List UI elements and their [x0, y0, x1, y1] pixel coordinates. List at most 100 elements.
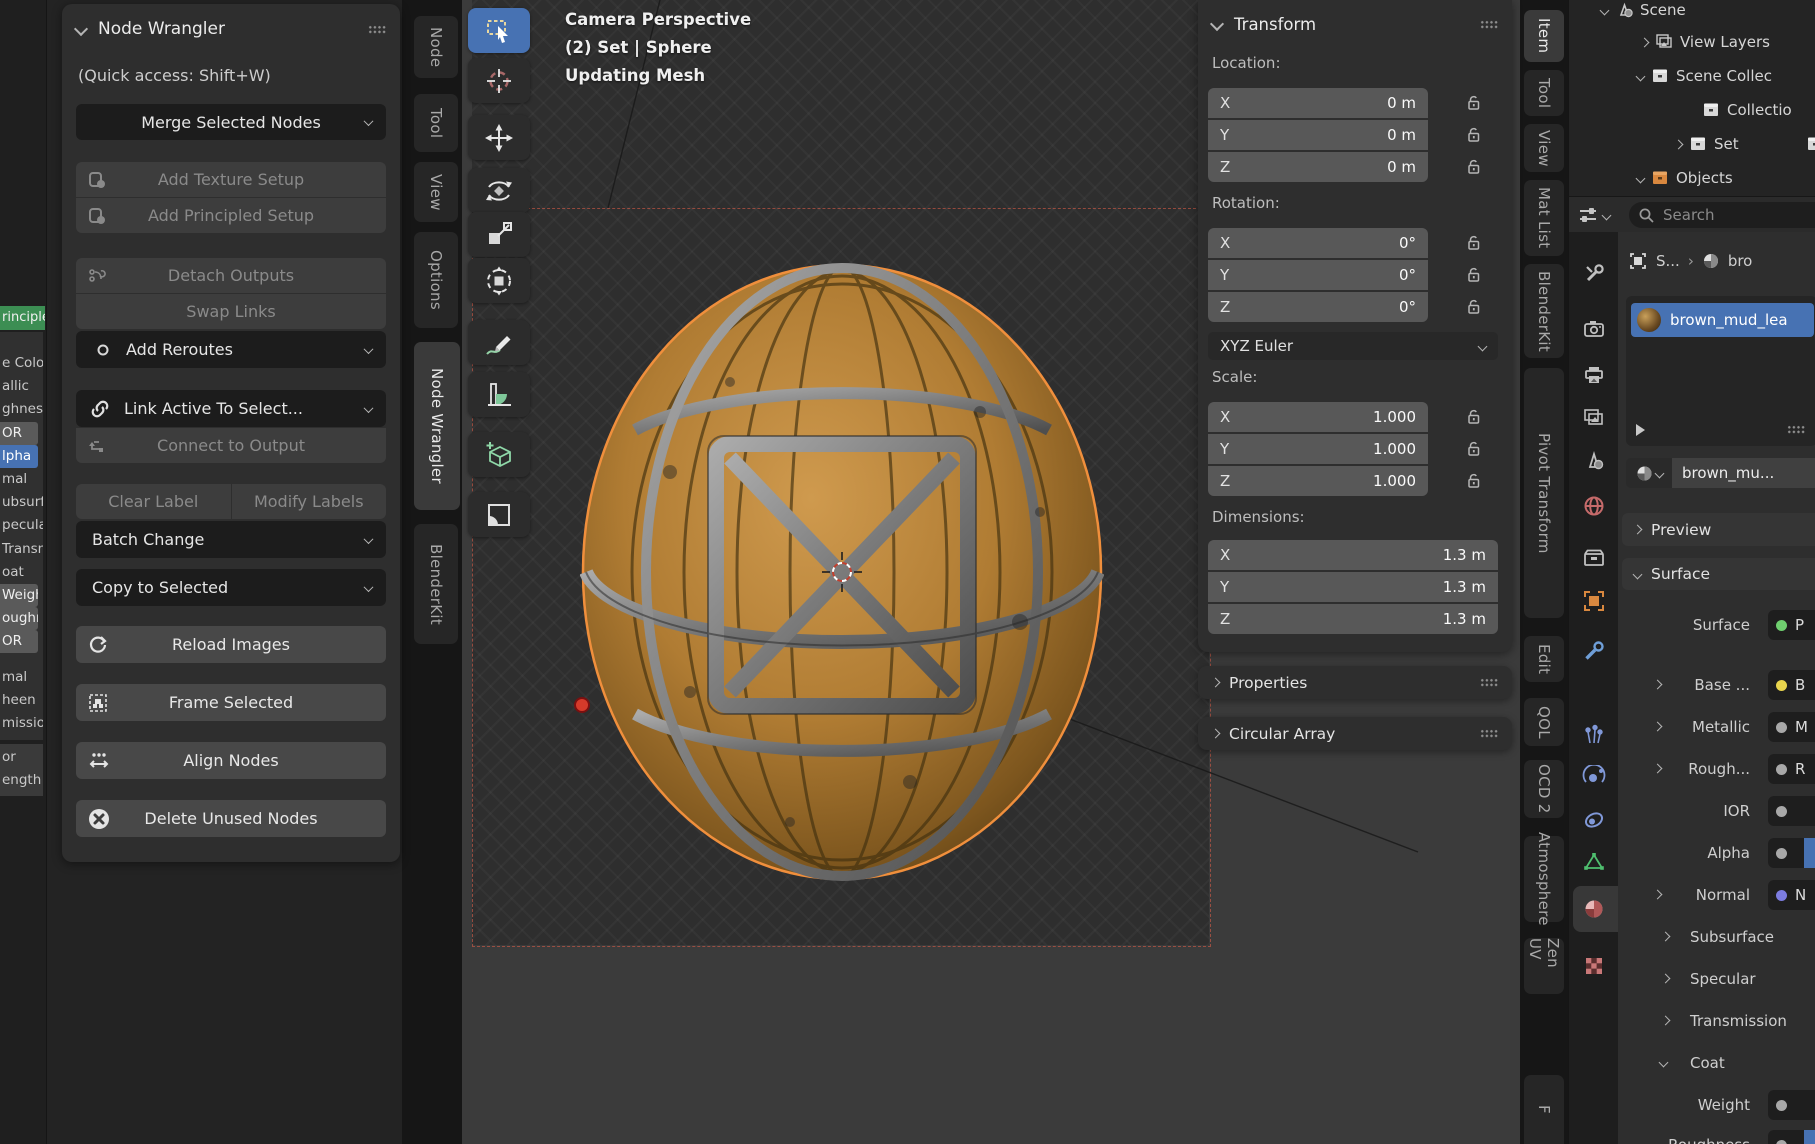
lock-icon[interactable] [1464, 466, 1484, 496]
transform-tool-button[interactable] [468, 258, 530, 303]
output-properties-tab[interactable] [1582, 363, 1606, 387]
render-properties-tab[interactable] [1582, 317, 1606, 341]
rotation-y-field[interactable]: Y0° [1208, 260, 1428, 290]
delete-unused-nodes-button[interactable]: Delete Unused Nodes [76, 800, 386, 837]
tab-blenderkit[interactable]: BlenderKit [414, 524, 458, 644]
location-x-field[interactable]: X0 m [1208, 88, 1428, 118]
add-texture-setup-button[interactable]: Add Texture Setup [76, 162, 386, 197]
chevron-right-icon[interactable] [1653, 890, 1663, 900]
rotate-tool-button[interactable] [468, 168, 530, 213]
dimensions-z-field[interactable]: Z1.3 m [1208, 604, 1498, 634]
shader-value-field[interactable]: P [1768, 610, 1815, 640]
lock-icon[interactable] [1464, 292, 1484, 322]
add-reroutes-dropdown[interactable]: Add Reroutes [76, 331, 386, 368]
copy-to-selected-dropdown[interactable]: Copy to Selected [76, 569, 386, 606]
collection-properties-tab[interactable] [1582, 546, 1606, 570]
tab-blenderkit[interactable]: BlenderKit [1524, 264, 1564, 358]
link-active-to-selected-dropdown[interactable]: Link Active To Select... [76, 390, 386, 427]
tab-view[interactable]: View [1524, 124, 1564, 172]
align-nodes-button[interactable]: Align Nodes [76, 742, 386, 779]
world-properties-tab[interactable] [1582, 494, 1606, 518]
panel-drag-handle-icon[interactable] [1480, 20, 1498, 29]
scale-x-field[interactable]: X1.000 [1208, 402, 1428, 432]
tab-node[interactable]: Node [414, 16, 458, 78]
lock-icon[interactable] [1464, 434, 1484, 464]
object-data-properties-tab[interactable] [1582, 850, 1606, 874]
scale-tool-button[interactable] [468, 212, 530, 257]
location-z-field[interactable]: Z0 m [1208, 152, 1428, 182]
view-layer-properties-tab[interactable] [1582, 407, 1606, 431]
texture-properties-tab[interactable] [1582, 954, 1606, 978]
add-cube-tool-button[interactable] [468, 432, 530, 477]
breadcrumb-object[interactable]: S... [1656, 252, 1680, 270]
material-properties-tab[interactable] [1582, 897, 1606, 921]
rotation-x-field[interactable]: X0° [1208, 228, 1428, 258]
alpha-field[interactable] [1768, 838, 1815, 868]
physics-properties-tab[interactable] [1582, 765, 1606, 789]
material-slot-list[interactable]: brown_mud_lea [1626, 296, 1815, 446]
outliner-row-scene[interactable]: Scene [1601, 0, 1686, 24]
search-input[interactable] [1661, 205, 1785, 225]
lock-icon[interactable] [1464, 402, 1484, 432]
outliner-row-set[interactable]: Set [1675, 130, 1739, 158]
outliner-row-objects[interactable]: Objects [1637, 164, 1733, 192]
particles-properties-tab[interactable] [1582, 723, 1606, 747]
move-tool-button[interactable] [468, 115, 530, 160]
lock-icon[interactable] [1464, 88, 1484, 118]
normal-field[interactable]: N [1768, 880, 1815, 910]
select-box-tool-button[interactable] [468, 8, 530, 53]
chevron-right-icon[interactable] [1653, 680, 1663, 690]
breadcrumb-material[interactable]: bro [1728, 252, 1753, 270]
outliner-row-view-layers[interactable]: View Layers [1641, 28, 1770, 56]
chevron-right-icon[interactable] [1653, 722, 1663, 732]
rotation-z-field[interactable]: Z0° [1208, 292, 1428, 322]
search-field[interactable] [1629, 202, 1815, 228]
chevron-down-icon[interactable] [1600, 5, 1610, 15]
chevron-right-icon[interactable] [1653, 764, 1663, 774]
tab-qol[interactable]: QOL [1524, 698, 1564, 746]
ior-field[interactable] [1768, 796, 1815, 826]
chevron-down-icon[interactable] [1636, 71, 1646, 81]
tab-ocd-2[interactable]: OCD 2 [1524, 760, 1564, 818]
panel-collapse-chevron-icon[interactable] [74, 22, 88, 36]
panel-drag-handle-icon[interactable] [1480, 678, 1498, 687]
scale-z-field[interactable]: Z1.000 [1208, 466, 1428, 496]
chevron-right-icon[interactable] [1661, 932, 1671, 942]
annotate-tool-button[interactable] [468, 320, 530, 365]
object-properties-tab[interactable] [1582, 589, 1606, 613]
outliner-row-collection[interactable]: Collectio [1701, 96, 1792, 124]
panel-drag-handle-icon[interactable] [368, 25, 386, 34]
lock-icon[interactable] [1464, 228, 1484, 258]
dimensions-x-field[interactable]: X1.3 m [1208, 540, 1498, 570]
lock-icon[interactable] [1464, 260, 1484, 290]
rotation-mode-dropdown[interactable]: XYZ Euler [1208, 332, 1498, 360]
tab-partial[interactable]: F [1524, 1075, 1564, 1144]
merge-selected-nodes-dropdown[interactable]: Merge Selected Nodes [76, 104, 386, 140]
shader-editor-strip[interactable]: rincipled e Color allic ghness OR lpha m… [0, 0, 47, 1144]
outliner[interactable]: Scene View Layers Scene Collec Collectio… [1568, 0, 1815, 196]
tab-options[interactable]: Options [414, 232, 458, 328]
specials-triangle-icon[interactable] [1636, 424, 1645, 436]
modifier-properties-tab[interactable] [1582, 639, 1606, 663]
panel-collapse-chevron-icon[interactable] [1210, 17, 1224, 31]
tab-atmosphere[interactable]: Atmosphere [1524, 836, 1564, 922]
material-id-selector[interactable]: brown_mu... [1626, 458, 1815, 488]
editor-type-dropdown[interactable] [1577, 203, 1621, 227]
swap-links-button[interactable]: Swap Links [76, 294, 386, 329]
clear-label-button[interactable]: Clear Label [76, 484, 231, 519]
lock-icon[interactable] [1464, 152, 1484, 182]
chevron-down-icon[interactable] [1636, 173, 1646, 183]
outliner-row-scene-collection[interactable]: Scene Collec [1637, 62, 1772, 90]
panel-drag-handle-icon[interactable] [1480, 729, 1498, 738]
material-name-field[interactable]: brown_mu... [1672, 458, 1815, 488]
add-principled-setup-button[interactable]: Add Principled Setup [76, 198, 386, 233]
dimensions-y-field[interactable]: Y1.3 m [1208, 572, 1498, 602]
connect-to-output-button[interactable]: Connect to Output [76, 428, 386, 463]
constraints-properties-tab[interactable] [1582, 808, 1606, 832]
reload-images-button[interactable]: Reload Images [76, 626, 386, 663]
material-slot-selected[interactable]: brown_mud_lea [1631, 303, 1814, 337]
material-browse-button[interactable] [1626, 458, 1672, 488]
circular-array-collapsed-panel[interactable]: Circular Array [1198, 717, 1512, 750]
chevron-right-icon[interactable] [1640, 37, 1650, 47]
location-y-field[interactable]: Y0 m [1208, 120, 1428, 150]
